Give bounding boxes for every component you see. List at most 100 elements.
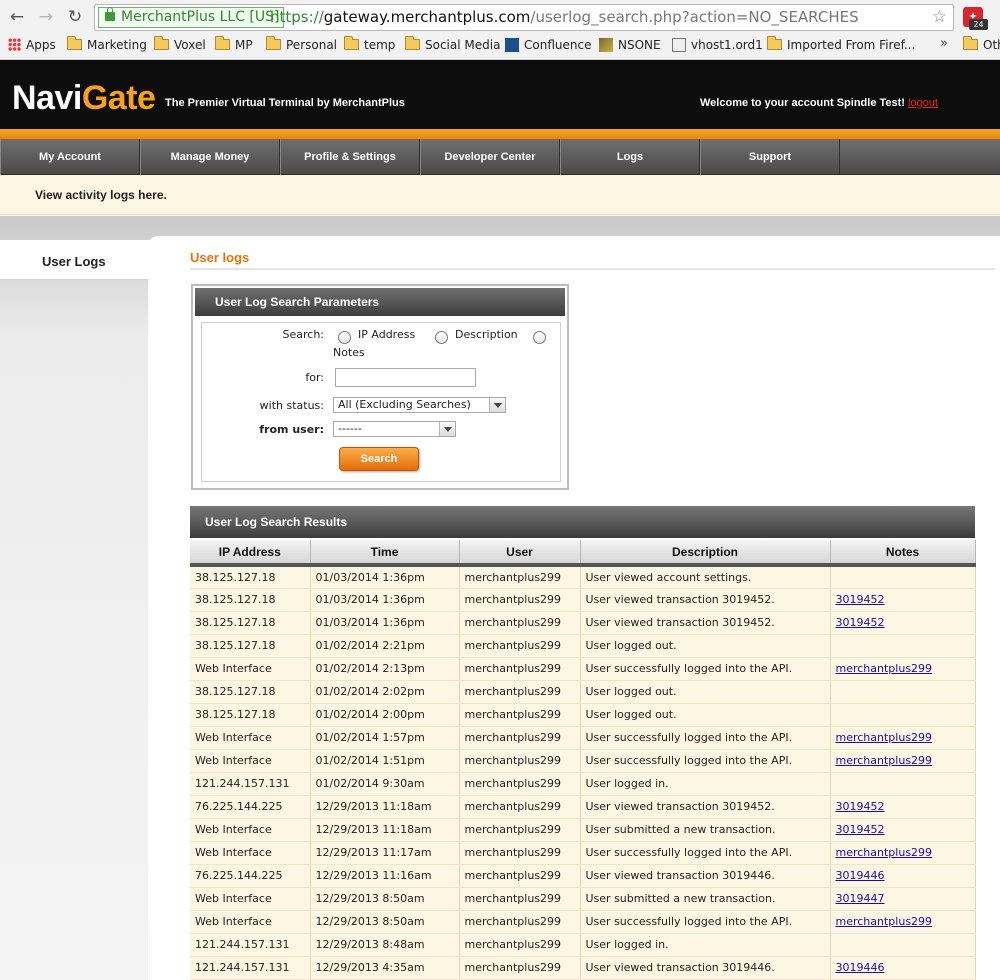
notes-link[interactable]: 3019447 bbox=[836, 892, 885, 905]
ip-address-radio[interactable] bbox=[338, 331, 351, 344]
bookmark-vhost1[interactable]: vhost1.ord1 bbox=[672, 36, 763, 54]
notes-link[interactable]: merchantplus299 bbox=[836, 754, 933, 767]
folder-icon bbox=[215, 36, 230, 50]
cell-notes bbox=[830, 703, 976, 727]
cell-user: merchantplus299 bbox=[459, 864, 581, 888]
logout-link[interactable]: logout bbox=[908, 97, 938, 109]
notes-link[interactable]: 3019446 bbox=[836, 961, 885, 974]
bookmark-marketing[interactable]: Marketing bbox=[67, 36, 147, 54]
page-title: User logs bbox=[190, 250, 250, 265]
table-row: Web Interface 01/02/2014 1:51pm merchantpl… bbox=[190, 749, 976, 773]
cell-notes: merchantplus299 bbox=[830, 749, 976, 773]
forward-arrow-icon[interactable]: → bbox=[35, 6, 57, 28]
folder-icon bbox=[67, 36, 82, 50]
notes-link[interactable]: 3019452 bbox=[836, 616, 885, 629]
cell-ip: 38.125.127.18 bbox=[190, 703, 311, 727]
column-header-notes[interactable]: Notes bbox=[830, 540, 976, 567]
lock-icon bbox=[105, 7, 115, 21]
column-header-time[interactable]: Time bbox=[310, 540, 460, 567]
nav-logs[interactable]: Logs bbox=[560, 139, 700, 175]
ev-certificate-badge[interactable]: MerchantPlus LLC [US] bbox=[98, 7, 285, 28]
bookmark-star-icon[interactable]: ☆ bbox=[932, 5, 947, 30]
nav-profile-settings[interactable]: Profile & Settings bbox=[280, 139, 420, 175]
address-bar[interactable]: MerchantPlus LLC [US] https://gateway.me… bbox=[94, 4, 954, 31]
chevron-down-icon bbox=[439, 422, 455, 436]
main-nav: My Account Manage Money Profile & Settin… bbox=[0, 139, 1000, 175]
cell-description: User logged out. bbox=[580, 680, 831, 704]
bookmark-personal[interactable]: Personal bbox=[266, 36, 337, 54]
description-radio[interactable] bbox=[435, 331, 448, 344]
sidebar-item-user-logs[interactable]: User Logs bbox=[0, 240, 150, 280]
cell-description: User logged in. bbox=[580, 772, 831, 796]
results-header-row: IP Address Time User Description Notes bbox=[190, 540, 976, 567]
notes-link[interactable]: merchantplus299 bbox=[836, 731, 933, 744]
folder-icon bbox=[266, 36, 281, 50]
cell-notes bbox=[830, 680, 976, 704]
back-arrow-icon[interactable]: ← bbox=[6, 6, 28, 28]
cell-time: 12/29/2013 11:18am bbox=[310, 818, 460, 842]
column-header-description[interactable]: Description bbox=[580, 540, 831, 567]
cell-notes: merchantplus299 bbox=[830, 726, 976, 750]
notes-link[interactable]: 3019452 bbox=[836, 800, 885, 813]
table-row: 38.125.127.18 01/03/2014 1:36pm merchantpl… bbox=[190, 565, 976, 589]
search-button[interactable]: Search bbox=[339, 447, 419, 471]
notes-link[interactable]: merchantplus299 bbox=[836, 662, 933, 675]
results-heading: User Log Search Results bbox=[190, 506, 975, 538]
table-row: 121.244.157.131 12/29/2013 4:35am merchant… bbox=[190, 956, 976, 980]
notes-link[interactable]: 3019452 bbox=[836, 823, 885, 836]
notes-link[interactable]: 3019446 bbox=[836, 869, 885, 882]
cell-ip: Web Interface bbox=[190, 818, 311, 842]
column-header-user[interactable]: User bbox=[459, 540, 581, 567]
bookmark-other[interactable]: Oth bbox=[963, 36, 1000, 54]
cell-user: merchantplus299 bbox=[459, 910, 581, 934]
table-row: Web Interface 12/29/2013 11:17am merchantp… bbox=[190, 841, 976, 865]
cell-user: merchantplus299 bbox=[459, 933, 581, 957]
column-header-ip[interactable]: IP Address bbox=[190, 540, 311, 567]
notes-link[interactable]: 3019452 bbox=[836, 593, 885, 606]
user-select[interactable]: ------ bbox=[333, 421, 456, 437]
notes-radio[interactable] bbox=[533, 331, 546, 344]
cell-time: 01/03/2014 1:36pm bbox=[310, 588, 460, 612]
tagline: The Premier Virtual Terminal by Merchant… bbox=[165, 97, 405, 109]
navigate-logo[interactable]: NaviGate bbox=[12, 78, 156, 118]
status-select[interactable]: All (Excluding Searches) bbox=[333, 397, 506, 413]
bookmark-voxel[interactable]: Voxel bbox=[154, 36, 206, 54]
status-label: with status: bbox=[259, 399, 324, 412]
bookmark-imported[interactable]: Imported From Firef... bbox=[767, 36, 915, 54]
table-row: 121.244.157.131 01/02/2014 9:30am merchant… bbox=[190, 772, 976, 796]
bookmark-confluence[interactable]: Confluence bbox=[505, 36, 591, 54]
cell-time: 12/29/2013 11:16am bbox=[310, 864, 460, 888]
search-term-input[interactable] bbox=[335, 368, 476, 387]
bookmark-nsone[interactable]: NSONE bbox=[599, 36, 661, 54]
nav-my-account[interactable]: My Account bbox=[0, 139, 140, 175]
notes-link[interactable]: merchantplus299 bbox=[836, 846, 933, 859]
cell-ip: 38.125.127.18 bbox=[190, 611, 311, 635]
nav-manage-money[interactable]: Manage Money bbox=[140, 139, 280, 175]
cell-user: merchantplus299 bbox=[459, 657, 581, 681]
table-row: Web Interface 12/29/2013 8:50am merchantpl… bbox=[190, 910, 976, 934]
cell-ip: Web Interface bbox=[190, 910, 311, 934]
cell-user: merchantplus299 bbox=[459, 588, 581, 612]
reload-icon[interactable]: ↻ bbox=[64, 6, 86, 28]
info-text: View activity logs here. bbox=[35, 188, 167, 202]
cell-time: 12/29/2013 8:50am bbox=[310, 887, 460, 911]
notes-link[interactable]: merchantplus299 bbox=[836, 915, 933, 928]
cell-notes bbox=[830, 565, 976, 589]
bookmark-apps[interactable]: Apps bbox=[8, 36, 56, 54]
bookmarks-overflow-button[interactable]: » bbox=[940, 36, 948, 51]
extension-badge: 24 bbox=[969, 19, 988, 30]
folder-icon bbox=[963, 36, 978, 50]
folder-icon bbox=[154, 36, 169, 50]
bookmark-social-media[interactable]: Social Media bbox=[405, 36, 500, 54]
cell-user: merchantplus299 bbox=[459, 956, 581, 980]
cell-ip: Web Interface bbox=[190, 887, 311, 911]
bookmark-mp[interactable]: MP bbox=[215, 36, 253, 54]
table-row: Web Interface 12/29/2013 8:50am merchantpl… bbox=[190, 887, 976, 911]
nav-developer-center[interactable]: Developer Center bbox=[420, 139, 560, 175]
bookmark-temp[interactable]: temp bbox=[344, 36, 395, 54]
cell-ip: Web Interface bbox=[190, 726, 311, 750]
table-row: 38.125.127.18 01/02/2014 2:02pm merchantpl… bbox=[190, 680, 976, 704]
table-row: 121.244.157.131 12/29/2013 8:48am merchant… bbox=[190, 933, 976, 957]
nav-support[interactable]: Support bbox=[700, 139, 840, 175]
cell-time: 12/29/2013 4:35am bbox=[310, 956, 460, 980]
